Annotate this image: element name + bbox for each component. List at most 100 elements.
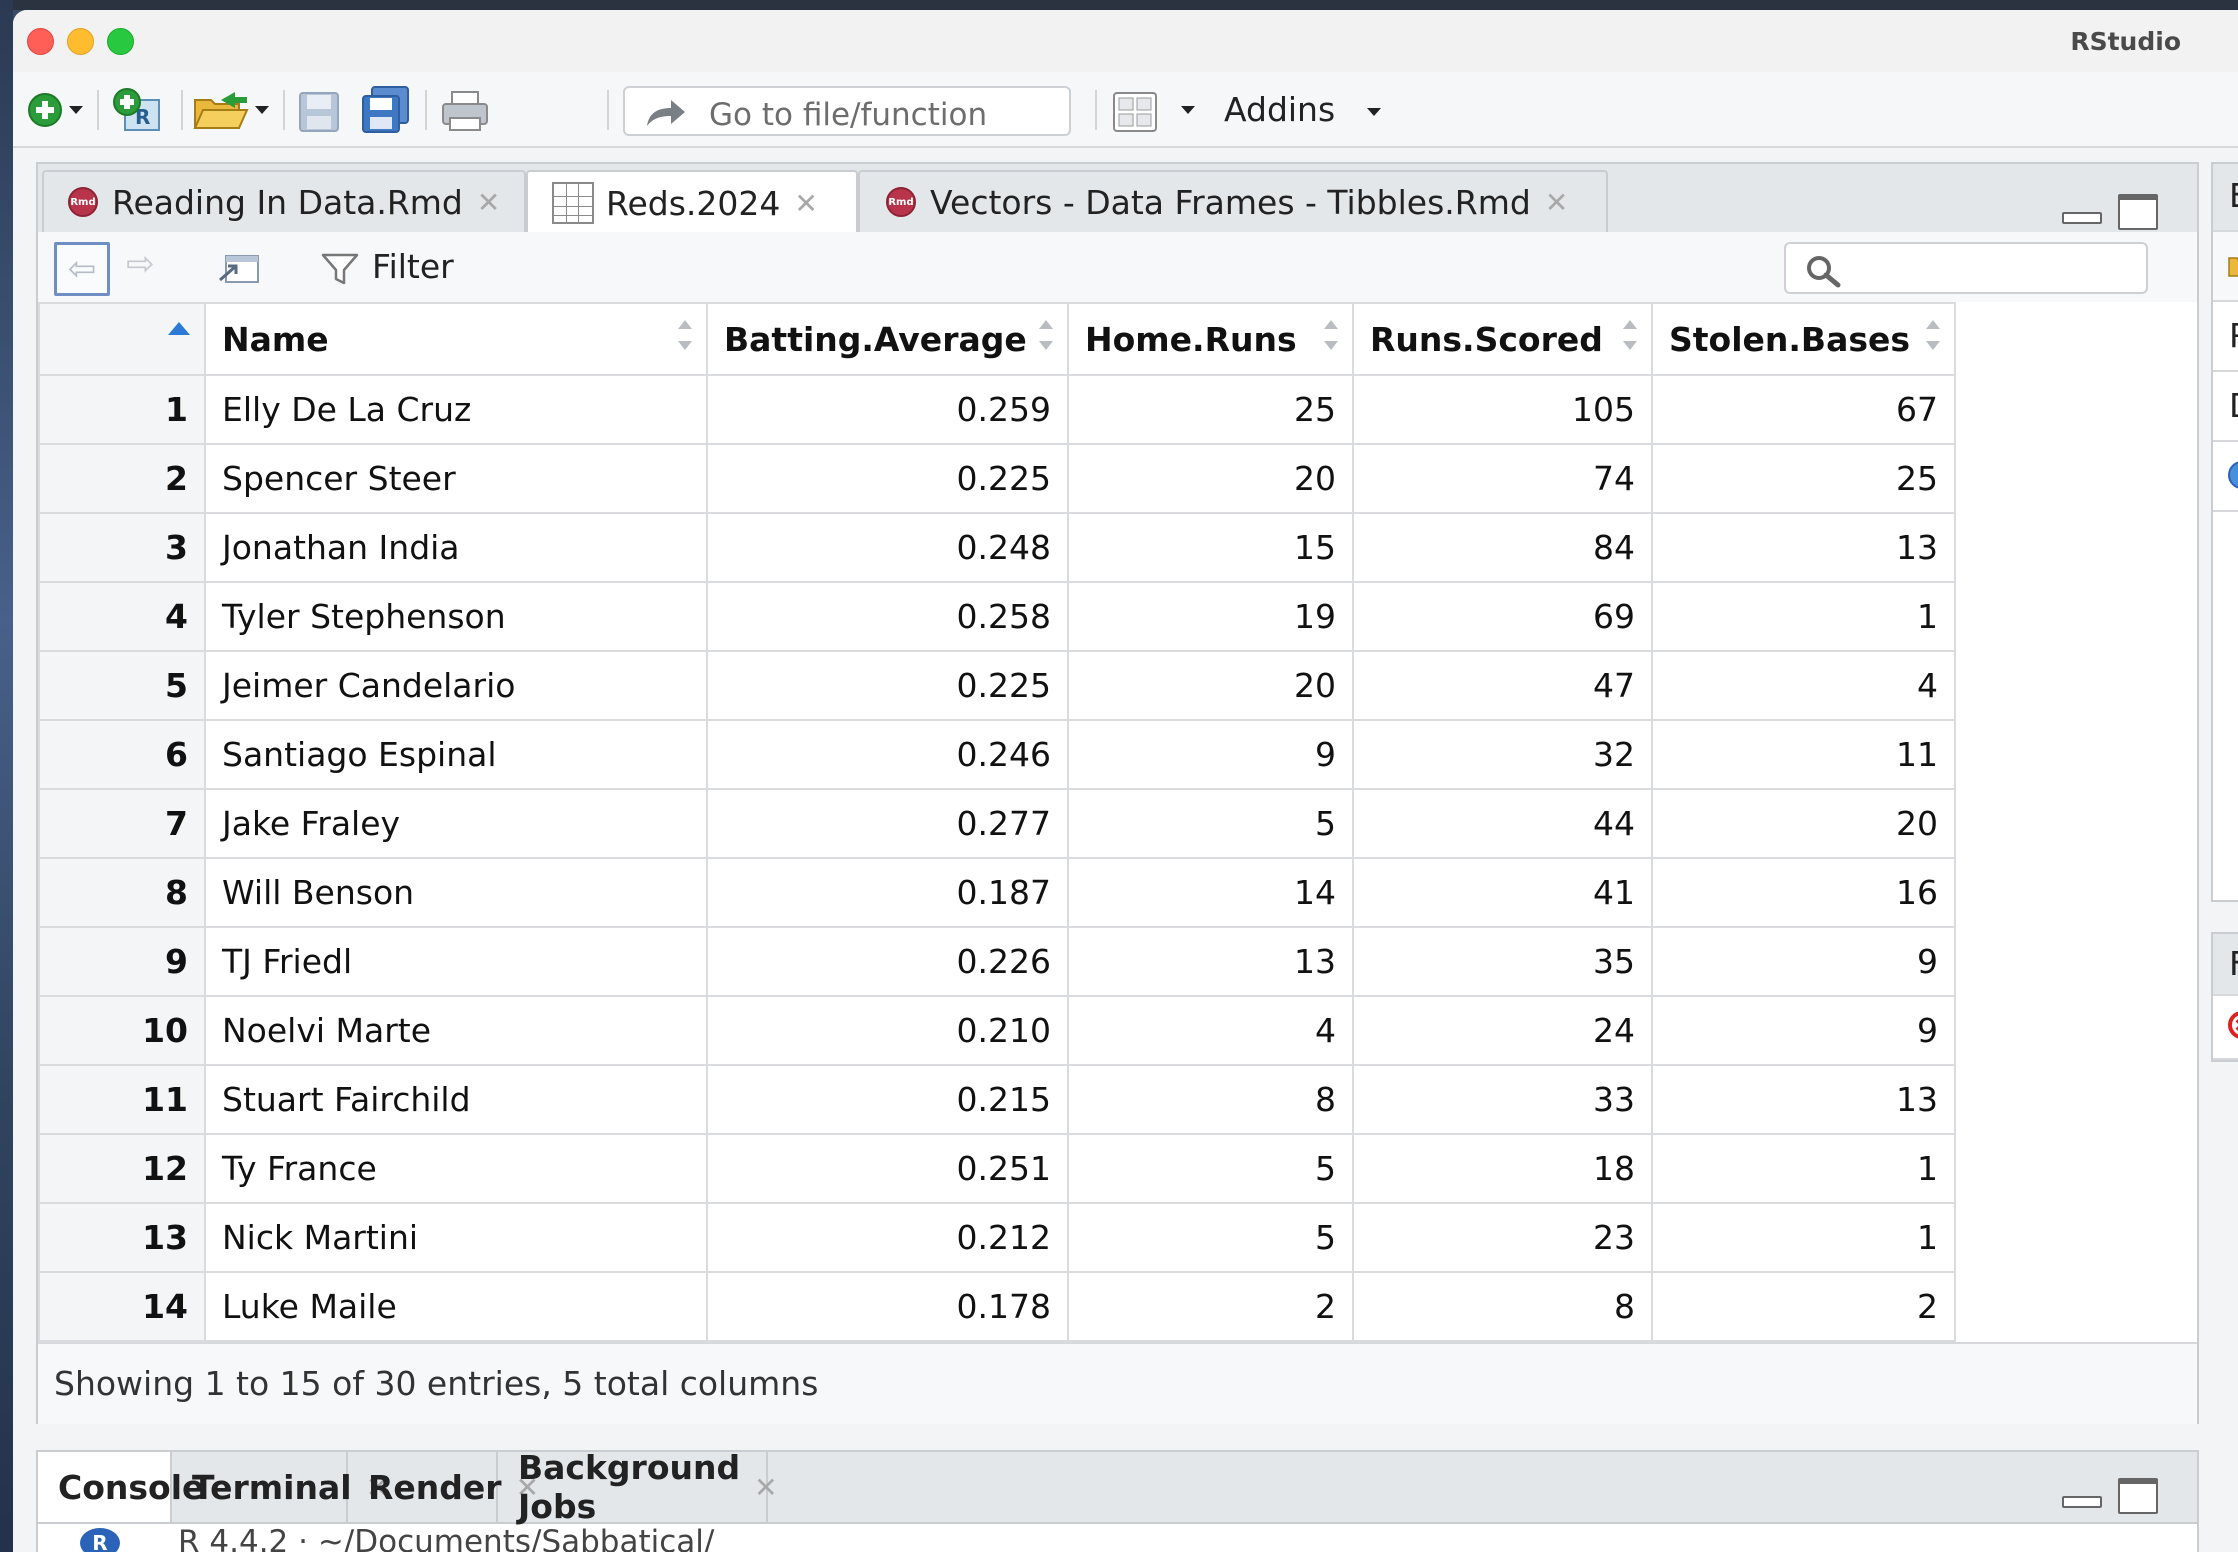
- table-row[interactable]: 8 Will Benson 0.187 14 41 16: [38, 857, 1956, 928]
- numeric-cell: 0.259: [706, 374, 1069, 445]
- minimize-pane-icon[interactable]: [2062, 1496, 2102, 1508]
- table-body: 1 Elly De La Cruz 0.259 25 105 67 2 Spencer Ste…: [38, 374, 1956, 1342]
- numeric-cell: 0.246: [706, 719, 1069, 790]
- table-row[interactable]: 6 Santiago Espinal 0.246 9 32 11: [38, 719, 1956, 790]
- close-icon[interactable]: ✕: [794, 187, 817, 220]
- numeric-cell: 0.226: [706, 926, 1069, 997]
- addins-menu[interactable]: Addins: [1224, 90, 1335, 129]
- numeric-cell: 74: [1352, 443, 1653, 514]
- close-icon[interactable]: ✕: [1545, 186, 1568, 219]
- table-row[interactable]: 4 Tyler Stephenson 0.258 19 69 1: [38, 581, 1956, 652]
- go-to-file-function-input[interactable]: Go to file/function: [623, 86, 1071, 136]
- tab-render[interactable]: Render ✕: [348, 1452, 539, 1522]
- tab-reds-2024[interactable]: Reds.2024 ✕: [526, 170, 858, 234]
- numeric-cell: 105: [1352, 374, 1653, 445]
- new-file-icon[interactable]: [23, 88, 67, 132]
- table-row[interactable]: 10 Noelvi Marte 0.210 4 24 9: [38, 995, 1956, 1066]
- minimize-pane-icon[interactable]: [2062, 212, 2102, 224]
- window-minimize-button[interactable]: [67, 28, 94, 55]
- table-row[interactable]: 13 Nick Martini 0.212 5 23 1: [38, 1202, 1956, 1273]
- row-index-cell: 12: [38, 1133, 206, 1204]
- close-icon[interactable]: ✕: [477, 186, 500, 219]
- forward-arrow-icon[interactable]: ⇨: [126, 244, 155, 284]
- table-row[interactable]: 5 Jeimer Candelario 0.225 20 47 4: [38, 650, 1956, 721]
- save-all-icon[interactable]: [359, 84, 413, 136]
- name-cell: Jeimer Candelario: [204, 650, 708, 721]
- table-row[interactable]: 7 Jake Fraley 0.277 5 44 20: [38, 788, 1956, 859]
- tab-label: Background Jobs: [518, 1448, 741, 1526]
- column-header-home-runs[interactable]: Home.Runs: [1067, 302, 1354, 376]
- tab-console[interactable]: Console: [38, 1452, 204, 1522]
- addins-dropdown-icon[interactable]: [1367, 108, 1381, 116]
- table-row[interactable]: 11 Stuart Fairchild 0.215 8 33 13: [38, 1064, 1956, 1135]
- filter-button[interactable]: Filter: [372, 247, 454, 286]
- tab-label: Vectors - Data Frames - Tibbles.Rmd: [930, 182, 1531, 222]
- tab-vectors-data-frames[interactable]: Rmd Vectors - Data Frames - Tibbles.Rmd …: [858, 170, 1608, 232]
- table-row[interactable]: 3 Jonathan India 0.248 15 84 13: [38, 512, 1956, 583]
- numeric-cell: 8: [1067, 1064, 1354, 1135]
- numeric-cell: 0.187: [706, 857, 1069, 928]
- maximize-pane-icon[interactable]: [2118, 194, 2158, 230]
- new-file-dropdown-icon[interactable]: [69, 106, 83, 114]
- data-viewer-toolbar: ⇦ ⇨ Filter: [38, 232, 2197, 304]
- column-header-name[interactable]: Name: [204, 302, 708, 376]
- error-icon[interactable]: [2227, 1010, 2238, 1044]
- window-zoom-button[interactable]: [107, 28, 134, 55]
- row-index-cell: 4: [38, 581, 206, 652]
- table-row[interactable]: 9 TJ Friedl 0.226 13 35 9: [38, 926, 1956, 997]
- numeric-cell: 0.215: [706, 1064, 1069, 1135]
- table-search-input[interactable]: [1784, 242, 2148, 294]
- r-logo-icon: R: [80, 1528, 120, 1552]
- pane-tab-letter[interactable]: F: [2229, 944, 2238, 983]
- back-arrow-icon[interactable]: ⇦: [54, 242, 110, 296]
- tab-label: Reading In Data.Rmd: [112, 182, 463, 222]
- numeric-cell: 0.210: [706, 995, 1069, 1066]
- table-row[interactable]: 12 Ty France 0.251 5 18 1: [38, 1133, 1956, 1204]
- maximize-pane-icon[interactable]: [2118, 1478, 2158, 1514]
- numeric-cell: 20: [1067, 443, 1354, 514]
- numeric-cell: 1: [1651, 581, 1956, 652]
- pane-layout-icon[interactable]: [1111, 90, 1159, 134]
- table-status-bar: Showing 1 to 15 of 30 entries, 5 total c…: [38, 1342, 2197, 1424]
- popout-window-icon[interactable]: [216, 250, 262, 290]
- name-cell: Elly De La Cruz: [204, 374, 708, 445]
- tab-reading-in-data[interactable]: Rmd Reading In Data.Rmd ✕: [42, 170, 526, 232]
- row-index-cell: 6: [38, 719, 206, 790]
- table-row[interactable]: 14 Luke Maile 0.178 2 8 2: [38, 1271, 1956, 1342]
- pane-tab-letter[interactable]: E: [2229, 176, 2238, 215]
- window-close-button[interactable]: [27, 28, 54, 55]
- console-working-directory: R 4.4.2 · ~/Documents/Sabbatical/: [178, 1524, 715, 1552]
- column-header-batting-average[interactable]: Batting.Average: [706, 302, 1069, 376]
- folder-icon[interactable]: [2227, 254, 2238, 282]
- numeric-cell: 1: [1651, 1133, 1956, 1204]
- column-header-stolen-bases[interactable]: Stolen.Bases: [1651, 302, 1956, 376]
- sort-ascending-icon: [168, 322, 190, 335]
- numeric-cell: 9: [1651, 926, 1956, 997]
- numeric-cell: 32: [1352, 719, 1653, 790]
- numeric-cell: 0.178: [706, 1271, 1069, 1342]
- name-cell: Luke Maile: [204, 1271, 708, 1342]
- new-project-icon[interactable]: R: [111, 86, 167, 136]
- pane-layout-dropdown-icon[interactable]: [1181, 106, 1195, 114]
- row-index-header[interactable]: [38, 302, 206, 376]
- open-file-dropdown-icon[interactable]: [255, 106, 269, 114]
- numeric-cell: 0.277: [706, 788, 1069, 859]
- save-icon[interactable]: [295, 88, 343, 136]
- table-row[interactable]: 1 Elly De La Cruz 0.259 25 105 67: [38, 374, 1956, 445]
- column-label: Stolen.Bases: [1669, 319, 1911, 359]
- column-header-runs-scored[interactable]: Runs.Scored: [1352, 302, 1653, 376]
- rmd-file-icon: Rmd: [68, 187, 98, 217]
- row-index-cell: 10: [38, 995, 206, 1066]
- numeric-cell: 4: [1651, 650, 1956, 721]
- sort-icon: [1926, 320, 1940, 350]
- filter-icon[interactable]: [320, 252, 360, 290]
- close-icon[interactable]: ✕: [754, 1471, 777, 1504]
- numeric-cell: 8: [1352, 1271, 1653, 1342]
- open-file-icon[interactable]: [191, 86, 251, 136]
- row-index-cell: 8: [38, 857, 206, 928]
- play-icon[interactable]: [2227, 460, 2238, 494]
- print-icon[interactable]: [439, 86, 491, 136]
- table-row[interactable]: 2 Spencer Steer 0.225 20 74 25: [38, 443, 1956, 514]
- tab-terminal[interactable]: Terminal ✕: [172, 1452, 389, 1522]
- tab-background-jobs[interactable]: Background Jobs ✕: [498, 1448, 778, 1526]
